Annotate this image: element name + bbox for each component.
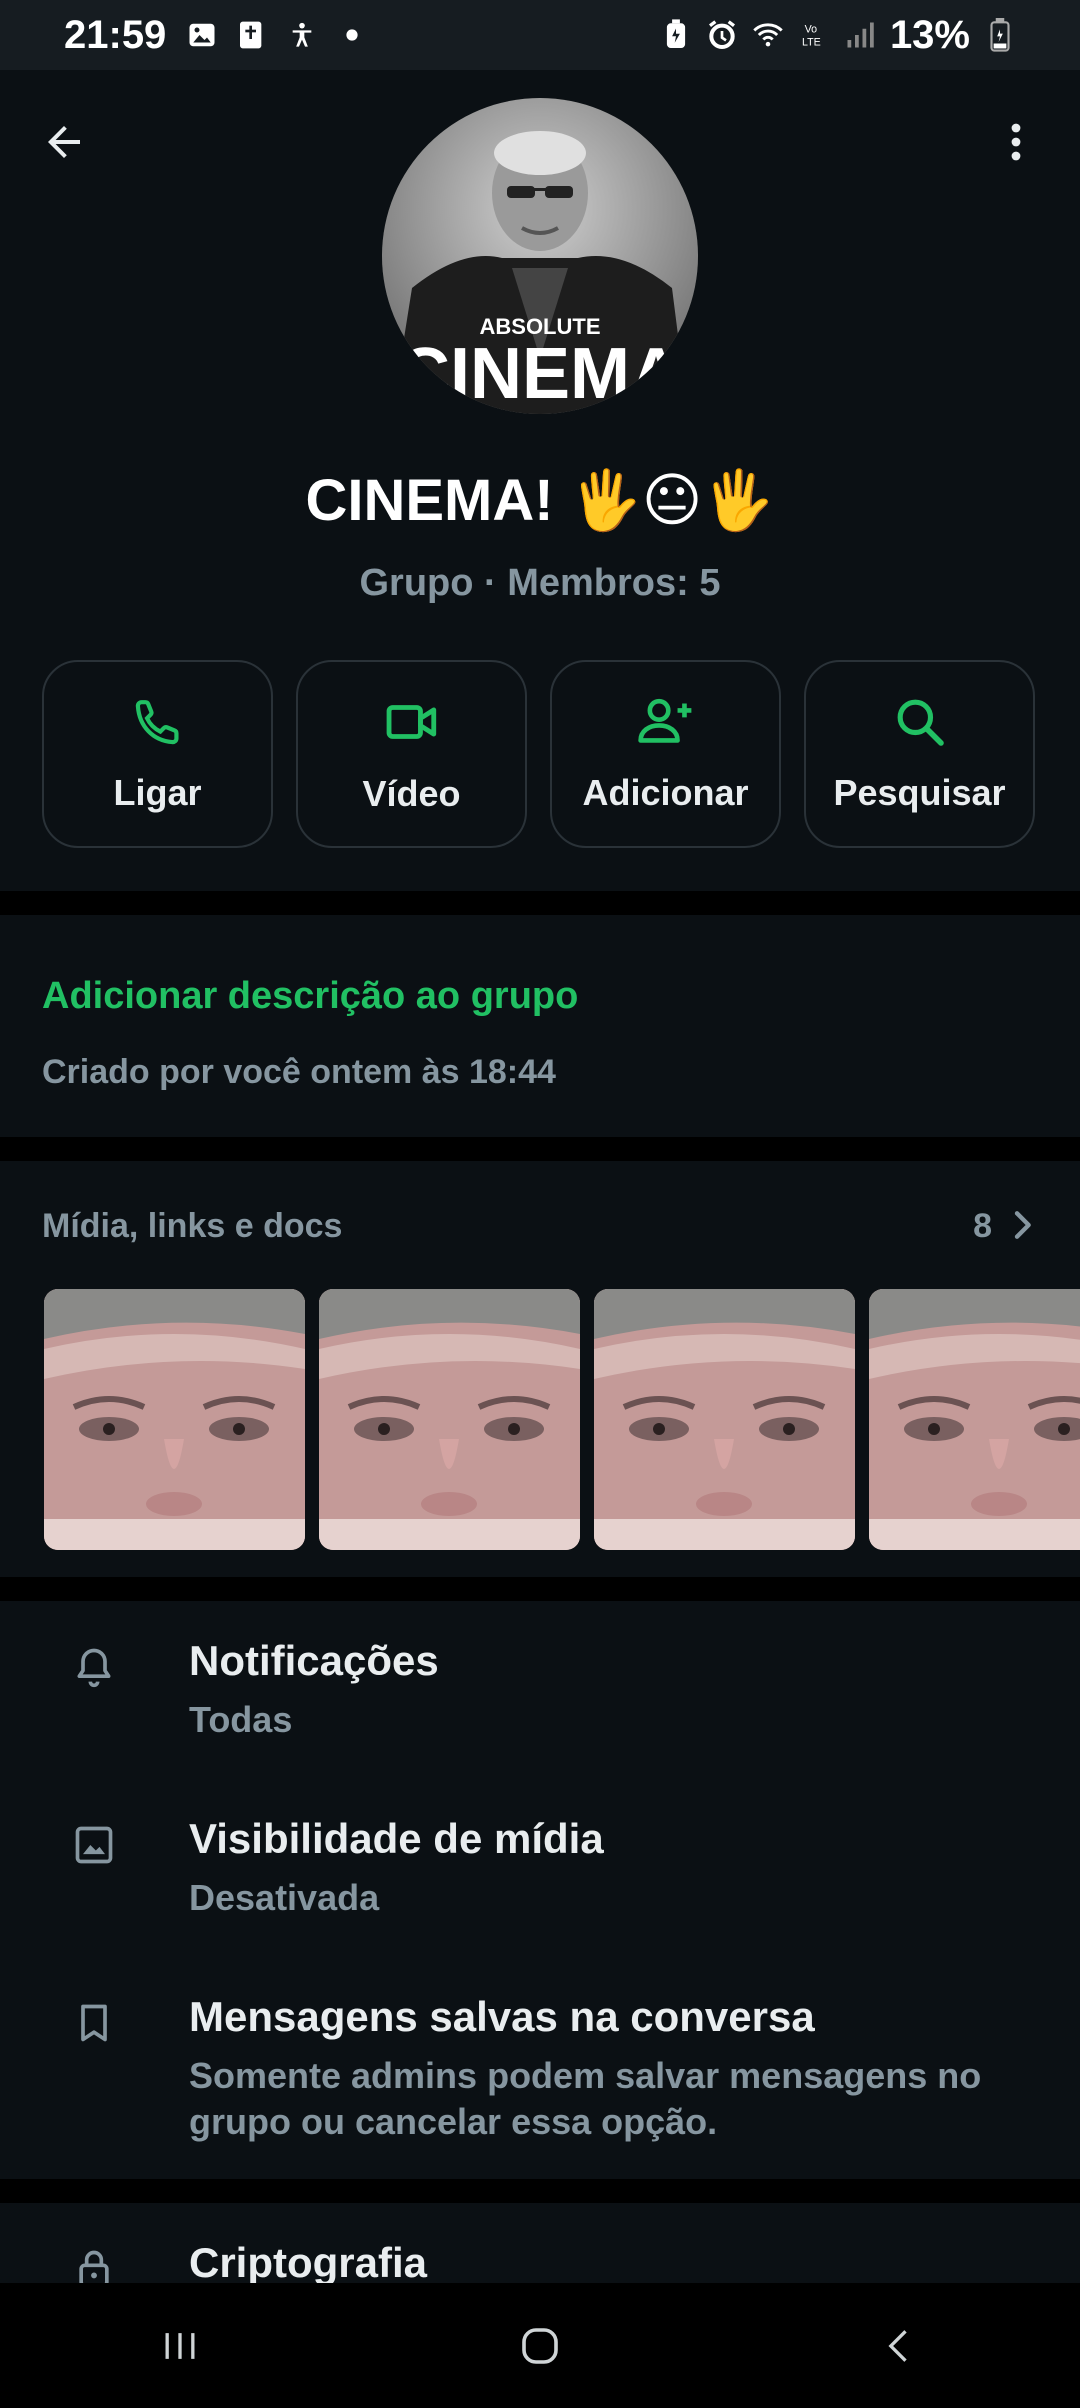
bookmark-icon (70, 1999, 118, 2047)
group-title: CINEMA! 🖐😐🖐 (305, 468, 775, 533)
group-info-screen: 21:59 Vo LTE 13% ABSOLUTE CINEMA CINEMA!… (0, 0, 1080, 2408)
media-title: Mídia, links e docs (42, 1207, 343, 1245)
bell-icon (70, 1643, 118, 1691)
encryption-setting[interactable]: Criptografia (0, 2203, 1080, 2283)
section-divider (0, 2179, 1080, 2203)
home-button[interactable] (480, 2296, 600, 2396)
group-subtitle: Grupo · Membros: 5 (359, 562, 721, 604)
media-count: 8 (973, 1207, 992, 1245)
recent-apps-button[interactable] (120, 2296, 240, 2396)
video-button[interactable]: Vídeo (296, 660, 527, 848)
video-label: Vídeo (362, 773, 461, 814)
media-thumbnail[interactable] (594, 1289, 855, 1550)
alarm-icon (706, 19, 738, 51)
notifications-setting[interactable]: Notificações Todas (0, 1601, 1080, 1771)
back-arrow-icon (48, 126, 80, 158)
search-label: Pesquisar (833, 772, 1006, 813)
created-info: Criado por você ontem às 18:44 (42, 1053, 556, 1091)
saved-messages-description: Somente admins podem salvar mensagens no… (189, 2055, 982, 2142)
chevron-right-icon[interactable] (1002, 1205, 1042, 1245)
image-icon (70, 1821, 118, 1869)
media-thumbnail[interactable] (319, 1289, 580, 1550)
add-member-label: Adicionar (582, 772, 749, 813)
avatar-photo: ABSOLUTE CINEMA (382, 98, 698, 414)
media-thumbnail[interactable] (869, 1289, 1080, 1550)
chevron-left-icon (888, 2329, 907, 2362)
video-icon (386, 705, 436, 739)
search-button[interactable]: Pesquisar (804, 660, 1035, 848)
signal-icon (844, 19, 876, 51)
notifications-title: Notificações (189, 1637, 439, 1684)
add-person-icon (637, 698, 691, 743)
battery-icon (984, 18, 1016, 52)
status-right-icons: Vo LTE 13% (660, 13, 1016, 58)
svg-text:LTE: LTE (802, 37, 821, 49)
add-description-link[interactable]: Adicionar descrição ao grupo (42, 975, 578, 1018)
back-button[interactable] (34, 112, 94, 172)
status-time: 21:59 (64, 12, 167, 57)
notifications-value: Todas (189, 1699, 293, 1740)
section-divider (0, 891, 1080, 915)
dot-icon (336, 19, 368, 51)
recent-apps-icon (165, 2332, 195, 2359)
accessibility-icon (286, 19, 318, 51)
phone-icon (135, 700, 179, 745)
media-visibility-setting[interactable]: Visibilidade de mídia Desativada (0, 1779, 1080, 1949)
battery-saver-icon (660, 19, 692, 51)
face-photo (319, 1289, 580, 1550)
group-header: ABSOLUTE CINEMA CINEMA! 🖐😐🖐 Grupo · Memb… (0, 70, 1080, 890)
saved-messages-setting[interactable]: Mensagens salvas na conversa Somente adm… (0, 1957, 1080, 2157)
volte-icon: Vo LTE (798, 19, 830, 51)
quick-actions: Ligar Vídeo Adicionar Pesquisar (42, 660, 1038, 850)
more-vertical-icon (1011, 123, 1021, 161)
system-nav-bar (0, 2283, 1080, 2408)
settings-list: Notificações Todas Visibilidade de mídia… (0, 1601, 1080, 2179)
call-label: Ligar (113, 772, 202, 813)
gallery-icon (186, 19, 218, 51)
battery-percent: 13% (889, 12, 970, 57)
face-photo (44, 1289, 305, 1550)
saved-messages-title: Mensagens salvas na conversa (189, 1993, 815, 2040)
avatar-text-big: CINEMA (398, 334, 682, 414)
status-left-icons (186, 19, 368, 51)
encryption-title: Criptografia (189, 2239, 428, 2283)
search-icon (897, 699, 944, 746)
bible-icon (236, 19, 268, 51)
section-divider (0, 1577, 1080, 1601)
face-photo (594, 1289, 855, 1550)
call-button[interactable]: Ligar (42, 660, 273, 848)
system-back-button[interactable] (840, 2296, 960, 2396)
home-icon (522, 2327, 558, 2364)
media-section[interactable]: Mídia, links e docs 8 (0, 1161, 1080, 1577)
media-thumbnail[interactable] (44, 1289, 305, 1550)
lock-icon (70, 2245, 118, 2283)
group-avatar[interactable]: ABSOLUTE CINEMA (382, 98, 698, 414)
media-visibility-title: Visibilidade de mídia (189, 1815, 604, 1862)
more-options-button[interactable] (986, 112, 1046, 172)
svg-text:Vo: Vo (805, 23, 818, 35)
section-divider (0, 1137, 1080, 1161)
status-bar: 21:59 Vo LTE 13% (0, 0, 1080, 70)
media-visibility-value: Desativada (189, 1877, 380, 1918)
face-photo (869, 1289, 1080, 1550)
add-member-button[interactable]: Adicionar (550, 660, 781, 848)
wifi-icon (752, 19, 784, 51)
description-section: Adicionar descrição ao grupo Criado por … (0, 915, 1080, 1137)
media-thumbnails (44, 1289, 1080, 1550)
